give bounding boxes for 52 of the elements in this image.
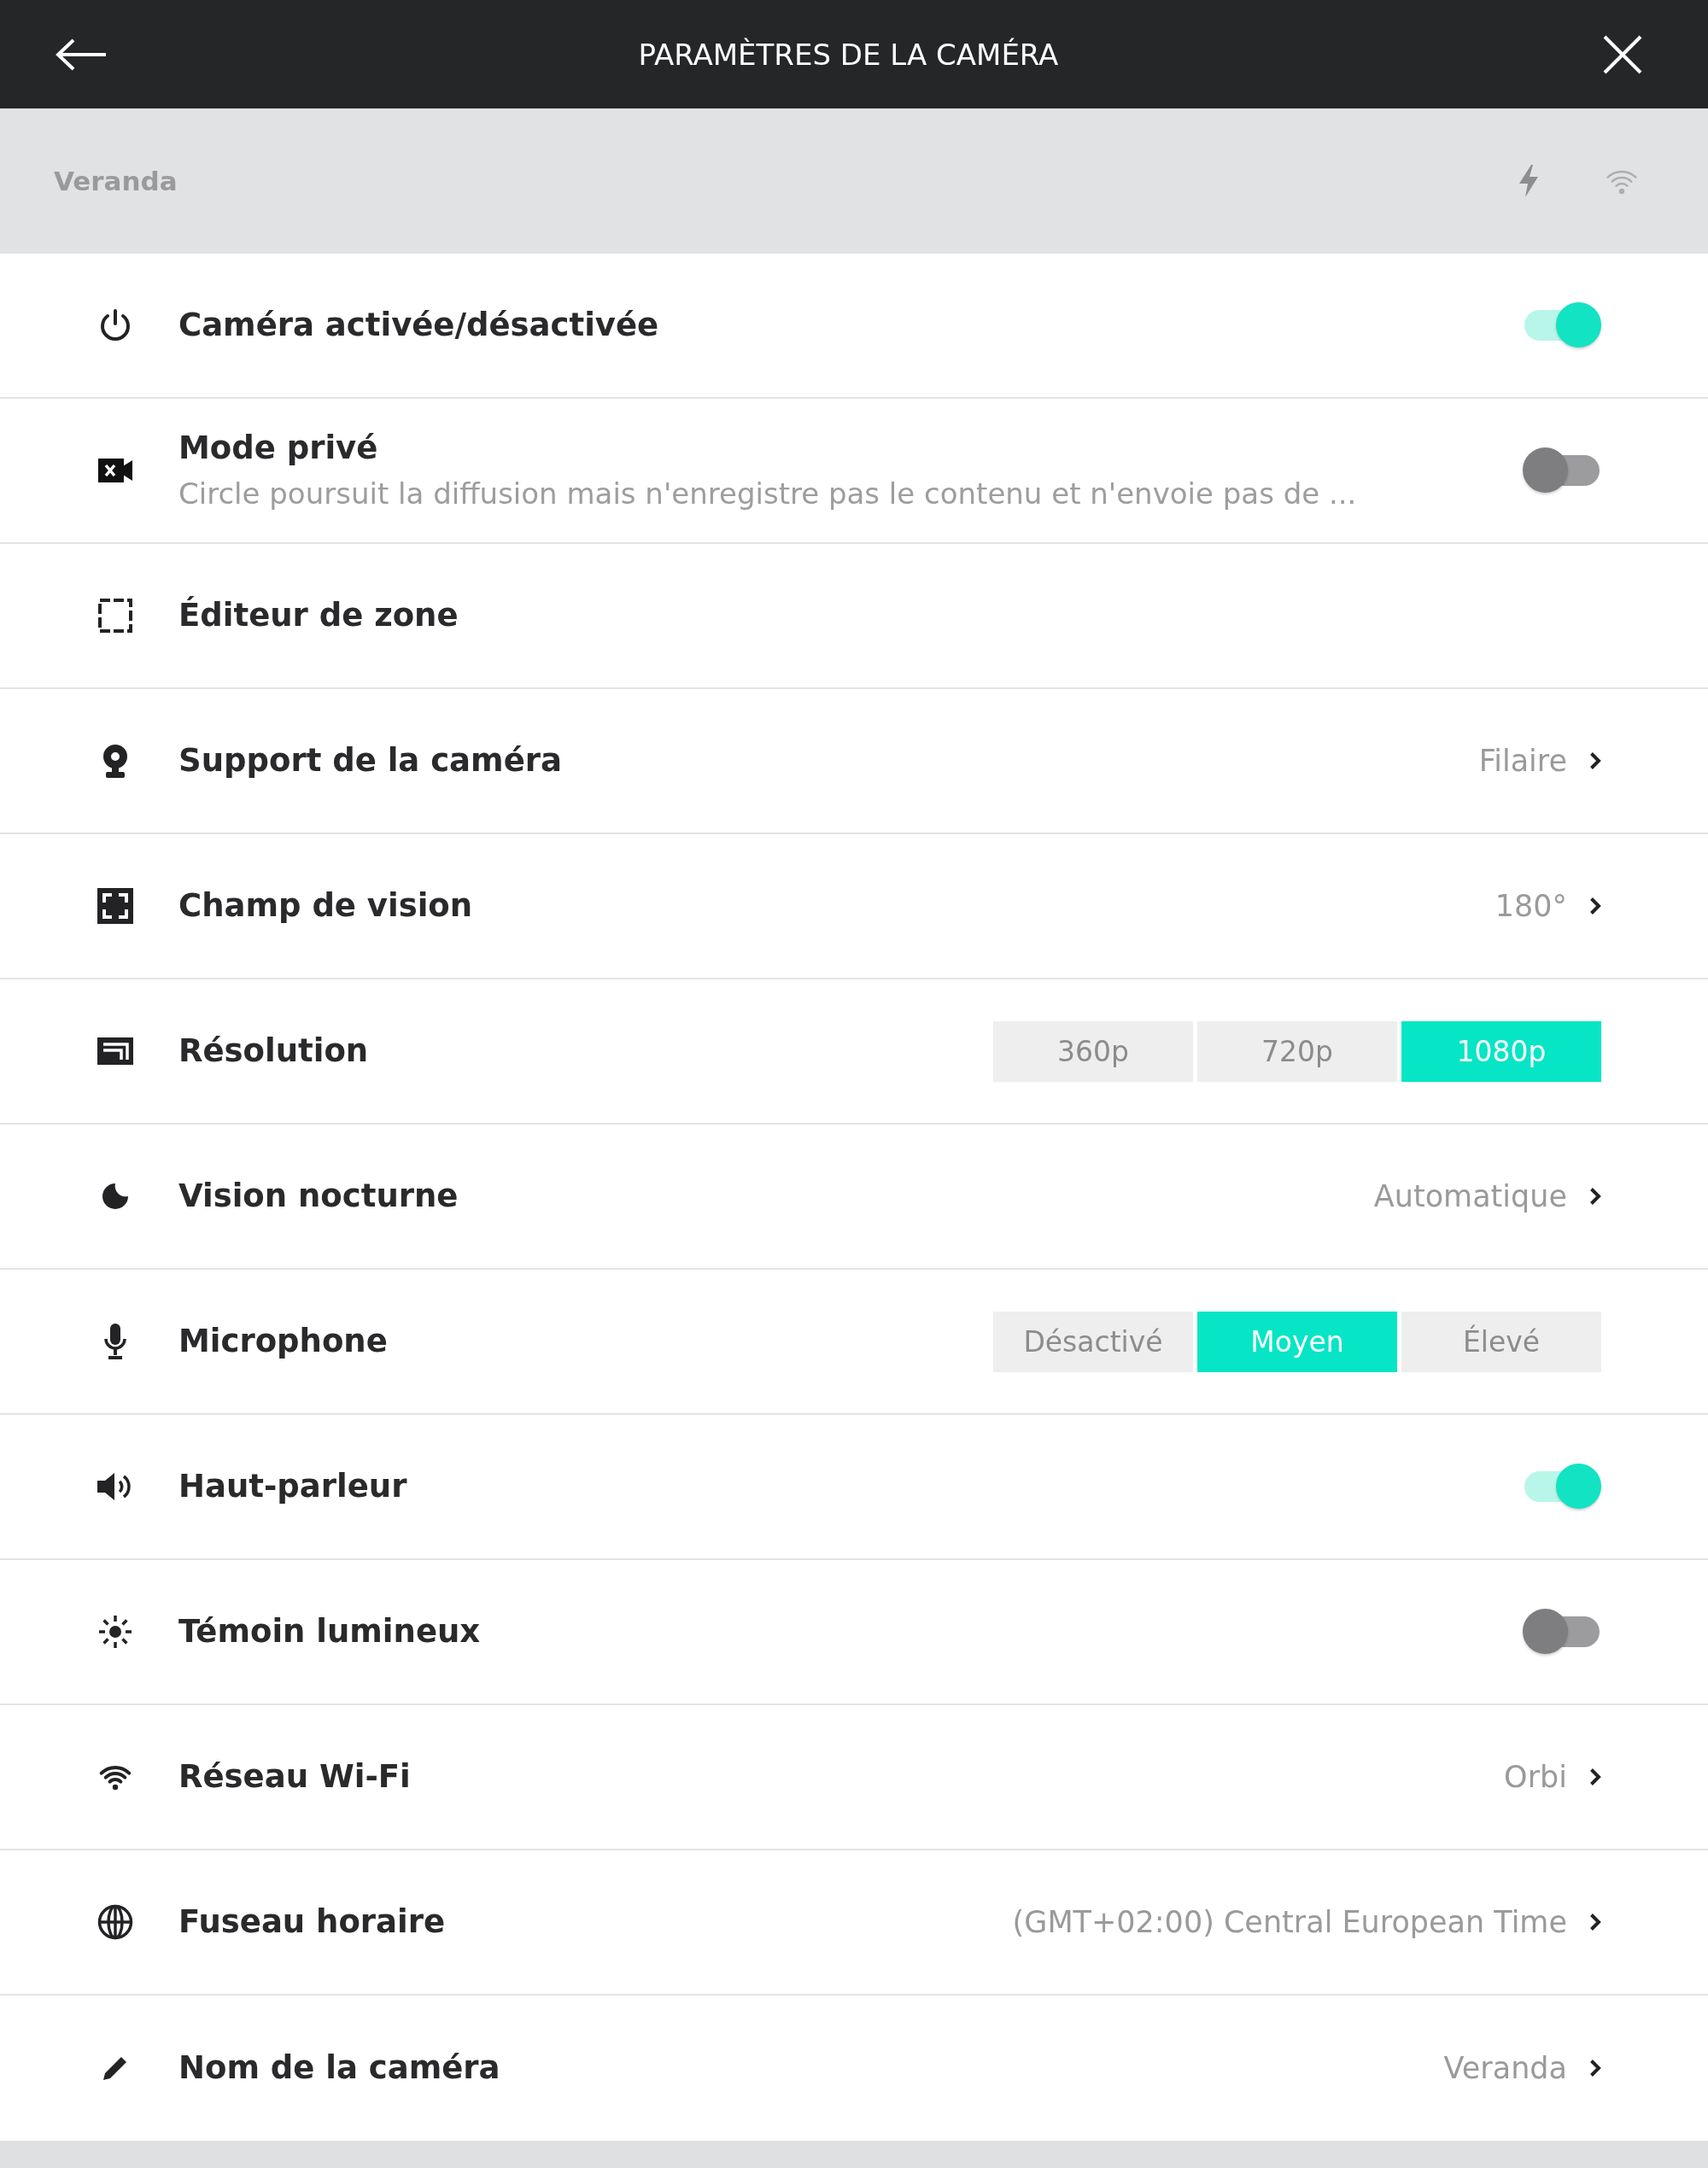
dashed-square-icon [98, 599, 132, 633]
moon-icon [101, 1182, 130, 1211]
chevron-right-icon[interactable] [1589, 1913, 1601, 1931]
chevron-right-icon[interactable] [1589, 1187, 1601, 1206]
toggle-switch[interactable] [1523, 1464, 1601, 1510]
toggle-switch[interactable] [1523, 447, 1601, 494]
setting-label: Réseau Wi-Fi [178, 1757, 412, 1797]
setting-label: Haut-parleur [178, 1467, 408, 1506]
chevron-right-icon[interactable] [1589, 897, 1601, 915]
chevron-right-icon[interactable] [1589, 2059, 1601, 2077]
toggle-switch[interactable] [1523, 1609, 1601, 1655]
segment-option[interactable]: Élevé [1401, 1311, 1601, 1372]
setting-value: Veranda [1443, 2051, 1567, 2085]
setting-label: Nom de la caméra [178, 2048, 501, 2088]
setting-label: Vision nocturne [178, 1177, 459, 1216]
setting-label: Témoin lumineux [178, 1612, 482, 1651]
setting-label: Champ de vision [178, 886, 474, 926]
setting-label: Microphone [178, 1322, 389, 1361]
setting-value: Orbi [1504, 1760, 1567, 1794]
chevron-right-icon[interactable] [1589, 751, 1601, 770]
setting-value: (GMT+02:00) Central European Time [1012, 1905, 1567, 1939]
toggle-switch[interactable] [1523, 302, 1601, 348]
setting-label: Fuseau horaire [178, 1902, 447, 1942]
window-title: PARAMÈTRES DE LA CAMÉRA [638, 37, 1059, 72]
speaker-icon [97, 1471, 133, 1502]
setting-label: Mode privé [178, 430, 379, 468]
camera-off-icon [98, 459, 132, 482]
close-icon[interactable] [1603, 34, 1642, 74]
setting-value: 180° [1494, 889, 1567, 923]
webcam-icon [102, 744, 129, 778]
setting-value: Filaire [1478, 744, 1567, 778]
segment-option[interactable]: 1080p [1401, 1020, 1601, 1082]
setting-label: Résolution [178, 1031, 370, 1071]
device-name: Veranda [54, 166, 178, 196]
setting-label: Support de la caméra [178, 741, 563, 780]
chevron-right-icon[interactable] [1589, 1768, 1601, 1786]
power-icon [99, 308, 132, 342]
setting-label: Caméra activée/désactivée [178, 306, 660, 345]
screen-icon [97, 1037, 133, 1065]
microphone-icon [103, 1324, 127, 1359]
bolt-icon [1518, 165, 1539, 197]
setting-description: Circle poursuit la diffusion mais n'enregistre pas le contenu et n'envoie pas de ... [178, 476, 1358, 511]
segment-option[interactable]: 720p [1197, 1020, 1397, 1082]
segment-option[interactable]: Moyen [1197, 1311, 1397, 1372]
setting-value: Automatique [1373, 1179, 1567, 1213]
globe-icon [97, 1904, 133, 1940]
sun-icon [97, 1614, 133, 1650]
setting-label: Éditeur de zone [178, 596, 459, 635]
back-arrow-icon[interactable] [55, 37, 108, 72]
segment-option[interactable]: Désactivé [993, 1311, 1193, 1372]
segment-option[interactable]: 360p [993, 1020, 1193, 1082]
fullscreen-icon [97, 888, 133, 924]
